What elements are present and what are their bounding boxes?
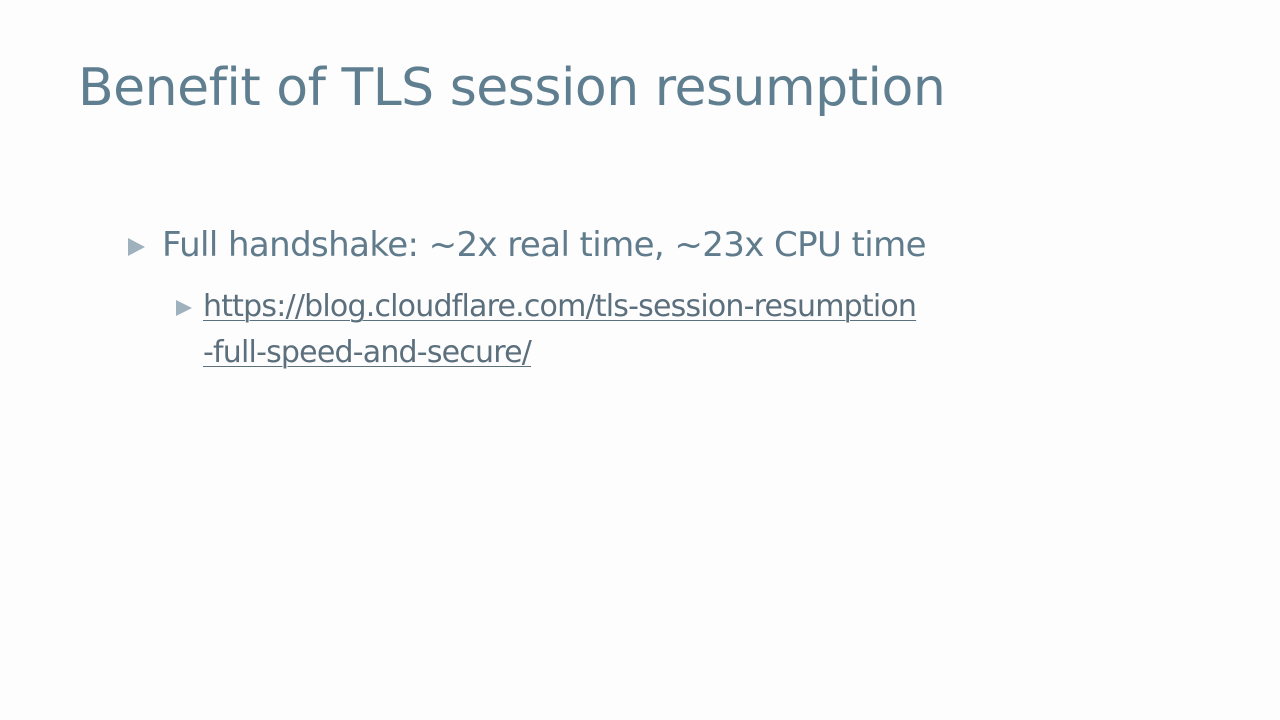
slide-title: Benefit of TLS session resumption bbox=[78, 58, 946, 118]
slide: Benefit of TLS session resumption Full h… bbox=[0, 0, 1280, 720]
bullet-item: Full handshake: ~2x real time, ~23x CPU … bbox=[128, 222, 1128, 268]
triangle-right-icon bbox=[128, 238, 145, 256]
triangle-right-icon bbox=[176, 300, 192, 316]
cloudflare-blog-link[interactable]: https://blog.cloudflare.com/tls-session-… bbox=[203, 284, 923, 376]
bullet-text: Full handshake: ~2x real time, ~23x CPU … bbox=[162, 225, 927, 265]
sub-bullet-item: https://blog.cloudflare.com/tls-session-… bbox=[176, 284, 1076, 376]
